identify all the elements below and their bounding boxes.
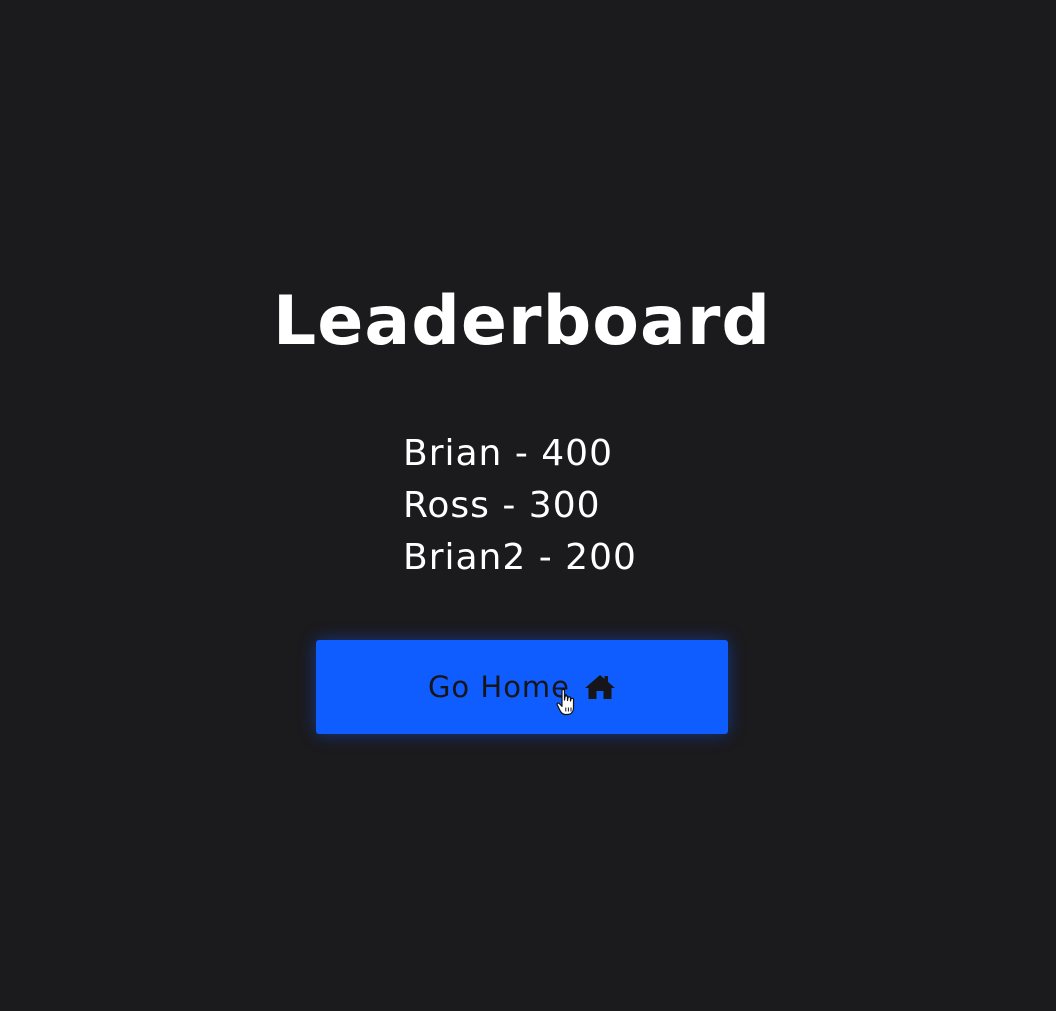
home-icon	[585, 675, 616, 699]
leaderboard-list: Brian - 400 Ross - 300 Brian2 - 200	[403, 428, 637, 584]
leaderboard-entry: Brian2 - 200	[403, 537, 637, 578]
leaderboard-entry: Ross - 300	[403, 485, 601, 526]
leaderboard-page: Leaderboard Brian - 400 Ross - 300 Brian…	[0, 0, 1056, 1011]
go-home-label: Go Home	[427, 670, 571, 704]
page-title: Leaderboard	[272, 282, 772, 361]
go-home-button[interactable]: Go Home	[316, 640, 728, 734]
leaderboard-entry: Brian - 400	[403, 433, 613, 474]
